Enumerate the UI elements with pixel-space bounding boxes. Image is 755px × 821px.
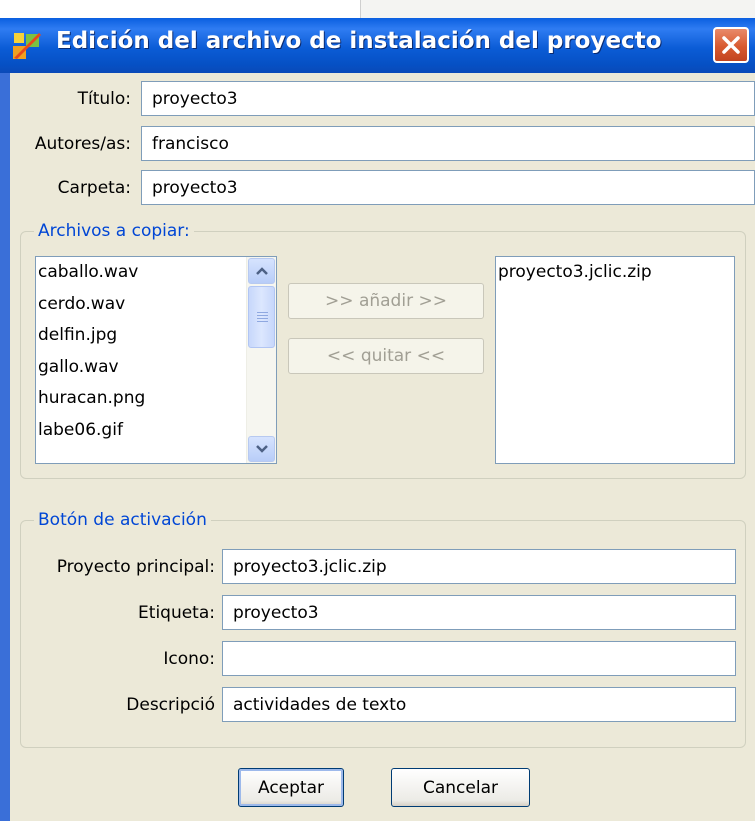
- close-icon: [722, 36, 740, 54]
- files-group-legend: Archivos a copiar:: [34, 221, 194, 241]
- list-item[interactable]: labe06.gif: [36, 415, 276, 447]
- titulo-field[interactable]: [141, 81, 755, 116]
- list-item[interactable]: cerdo.wav: [36, 289, 276, 321]
- add-files-button[interactable]: >> añadir >>: [288, 283, 484, 319]
- remove-files-button[interactable]: << quitar <<: [288, 338, 484, 374]
- carpeta-field[interactable]: [141, 170, 755, 205]
- carpeta-label: Carpeta:: [57, 178, 131, 198]
- autores-label: Autores/as:: [34, 134, 131, 154]
- descripcion-label: Descripció: [126, 695, 215, 715]
- background-window-edge: [360, 0, 755, 20]
- selected-files-list[interactable]: proyecto3.jclic.zip: [495, 256, 735, 464]
- list-item[interactable]: gallo.wav: [36, 352, 276, 384]
- available-files-list[interactable]: caballo.wav cerdo.wav delfin.jpg gallo.wav h…: [35, 256, 277, 464]
- chevron-down-icon: [256, 445, 268, 453]
- list-item[interactable]: caballo.wav: [36, 257, 276, 289]
- vertical-scrollbar[interactable]: [246, 257, 276, 463]
- dialog-window: Edición del archivo de instalación del p…: [0, 18, 755, 821]
- scroll-down-button[interactable]: [248, 436, 275, 462]
- autores-field[interactable]: [141, 126, 755, 161]
- jclic-app-icon: [12, 30, 42, 60]
- close-button[interactable]: [713, 27, 749, 63]
- icono-label: Icono:: [163, 649, 215, 669]
- list-item[interactable]: huracan.png: [36, 383, 276, 415]
- activation-group-legend: Botón de activación: [34, 510, 211, 530]
- proyecto-principal-field[interactable]: [222, 549, 736, 584]
- icono-field[interactable]: [222, 641, 736, 676]
- scroll-thumb[interactable]: [248, 286, 275, 348]
- list-item[interactable]: delfin.jpg: [36, 320, 276, 352]
- title-bar[interactable]: Edición del archivo de instalación del p…: [0, 18, 755, 73]
- etiqueta-label: Etiqueta:: [138, 603, 215, 623]
- dialog-content: Título: Autores/as: Carpeta: Archivos a …: [10, 73, 755, 821]
- proyecto-principal-label: Proyecto principal:: [56, 557, 215, 577]
- chevron-up-icon: [256, 267, 268, 275]
- scroll-up-button[interactable]: [248, 258, 275, 284]
- titulo-label: Título:: [77, 89, 131, 109]
- cancel-button[interactable]: Cancelar: [391, 768, 530, 807]
- list-item[interactable]: proyecto3.jclic.zip: [496, 257, 734, 289]
- descripcion-field[interactable]: [222, 687, 736, 722]
- accept-button[interactable]: Aceptar: [238, 768, 344, 807]
- window-title: Edición del archivo de instalación del p…: [56, 28, 662, 54]
- etiqueta-field[interactable]: [222, 595, 736, 630]
